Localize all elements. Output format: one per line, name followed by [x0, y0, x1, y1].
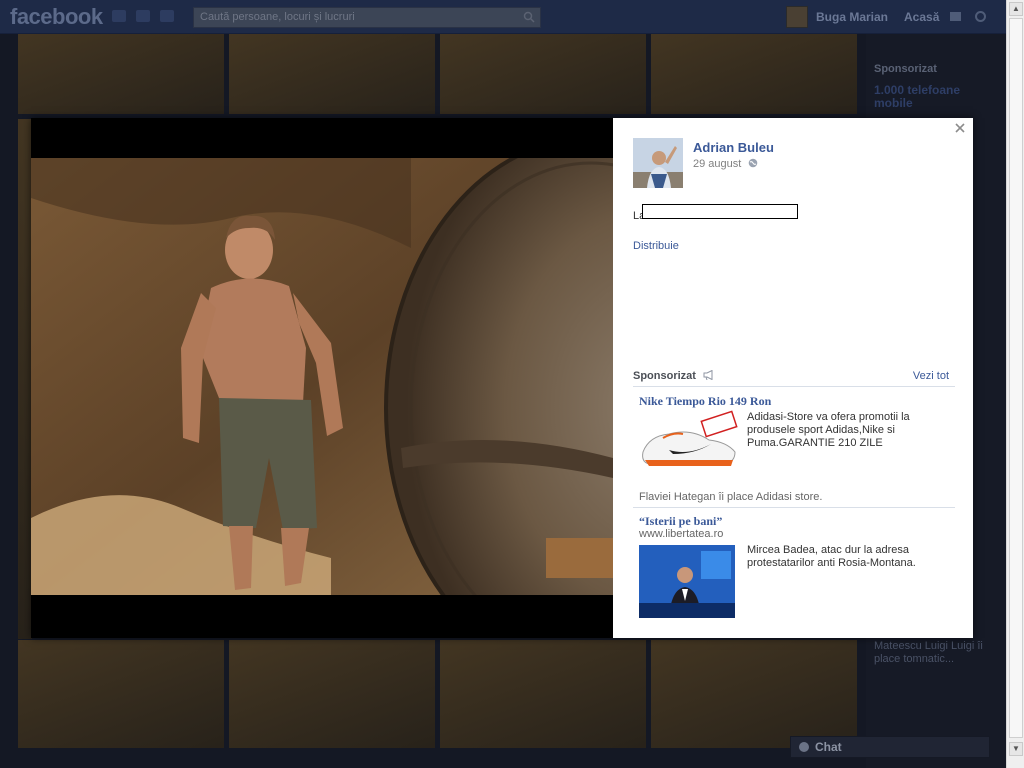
user-area: Buga Marian Acasă — [786, 6, 939, 28]
megaphone-icon — [703, 370, 713, 380]
page-scrollbar[interactable]: ▲ ▼ — [1006, 0, 1024, 768]
search-placeholder: Caută persoane, locuri și lucruri — [200, 11, 355, 23]
main-photo[interactable] — [31, 158, 613, 595]
ad-image-shoe[interactable] — [639, 410, 739, 476]
background-ad-link[interactable]: 1.000 telefoane mobile — [874, 84, 974, 110]
see-all-link[interactable]: Vezi tot — [913, 370, 949, 382]
background-photo-thumb — [18, 119, 32, 639]
globe-icon — [749, 158, 758, 168]
sponsored-title: Sponsorizat — [633, 370, 696, 382]
close-icon — [955, 123, 965, 133]
photo-stage[interactable] — [31, 118, 613, 638]
shoe-image — [639, 410, 739, 476]
ad-text: Adidasi-Store va ofera promotii la produ… — [747, 411, 910, 449]
share-link[interactable]: Distribuie — [633, 240, 679, 252]
background-photo-thumb — [229, 34, 435, 114]
ad-title-link[interactable]: Nike Tiempo Rio 149 Ron — [639, 394, 771, 409]
top-navigation-bar: facebook Caută persoane, locuri și lucru… — [0, 0, 1006, 34]
ad-title-link[interactable]: “Isterii pe bani” — [639, 514, 722, 529]
chat-bar[interactable]: Chat — [790, 736, 990, 758]
author-name-link[interactable]: Adrian Buleu — [693, 140, 774, 155]
friend-requests-icon[interactable] — [112, 10, 126, 22]
ad-text: Mircea Badea, atac dur la adresa protest… — [747, 544, 916, 569]
author-avatar-image — [633, 138, 683, 188]
home-link[interactable]: Acasă — [904, 10, 939, 24]
background-photo-thumb — [18, 640, 224, 748]
scrollbar-thumb[interactable] — [1009, 18, 1023, 738]
post-date[interactable]: 29 august — [693, 158, 758, 170]
background-photo-thumb — [440, 34, 646, 114]
ad-social-context: Flaviei Hategan îi place Adidasi store. — [639, 491, 823, 503]
search-input[interactable]: Caută persoane, locuri și lucruri — [193, 7, 541, 28]
scroll-up-icon[interactable]: ▲ — [1009, 2, 1023, 16]
notification-icons — [112, 10, 174, 22]
scroll-down-icon[interactable]: ▼ — [1009, 742, 1023, 756]
post-date-text: 29 august — [693, 158, 742, 170]
notifications-icon[interactable] — [160, 10, 174, 22]
background-photo-thumb — [440, 640, 646, 748]
redaction-box — [642, 204, 798, 219]
photo-info-pane: Adrian Buleu 29 august La Distribuie Spo… — [613, 118, 973, 638]
search-icon[interactable] — [523, 11, 535, 23]
messages-icon[interactable] — [136, 10, 150, 22]
background-photo-thumb — [651, 34, 857, 114]
chat-label: Chat — [815, 740, 842, 754]
background-photo-thumb — [229, 640, 435, 748]
photo-illustration — [31, 158, 613, 595]
background-photo-thumb — [18, 34, 224, 114]
facebook-logo[interactable]: facebook — [10, 4, 103, 30]
gear-icon[interactable] — [975, 11, 986, 22]
photo-caption: La — [633, 204, 893, 226]
chat-status-icon — [799, 742, 809, 752]
avatar[interactable] — [786, 6, 808, 28]
ad-divider — [633, 507, 955, 508]
privacy-shortcuts-icon[interactable] — [950, 12, 961, 21]
photo-lightbox: Adrian Buleu 29 august La Distribuie Spo… — [31, 118, 973, 638]
background-photo-thumb — [651, 640, 857, 748]
author-avatar[interactable] — [633, 138, 683, 188]
ad-domain: www.libertatea.ro — [639, 528, 724, 540]
user-name-link[interactable]: Buga Marian — [816, 10, 888, 24]
background-sponsored-title: Sponsorizat — [874, 63, 937, 75]
background-social-text: Mateescu Luigi Luigi îi place tomnatic..… — [874, 640, 983, 665]
news-anchor-image — [639, 545, 735, 618]
close-button[interactable] — [953, 122, 967, 136]
ad-image-news[interactable] — [639, 545, 735, 618]
sponsored-header: Sponsorizat Vezi tot — [633, 370, 955, 387]
